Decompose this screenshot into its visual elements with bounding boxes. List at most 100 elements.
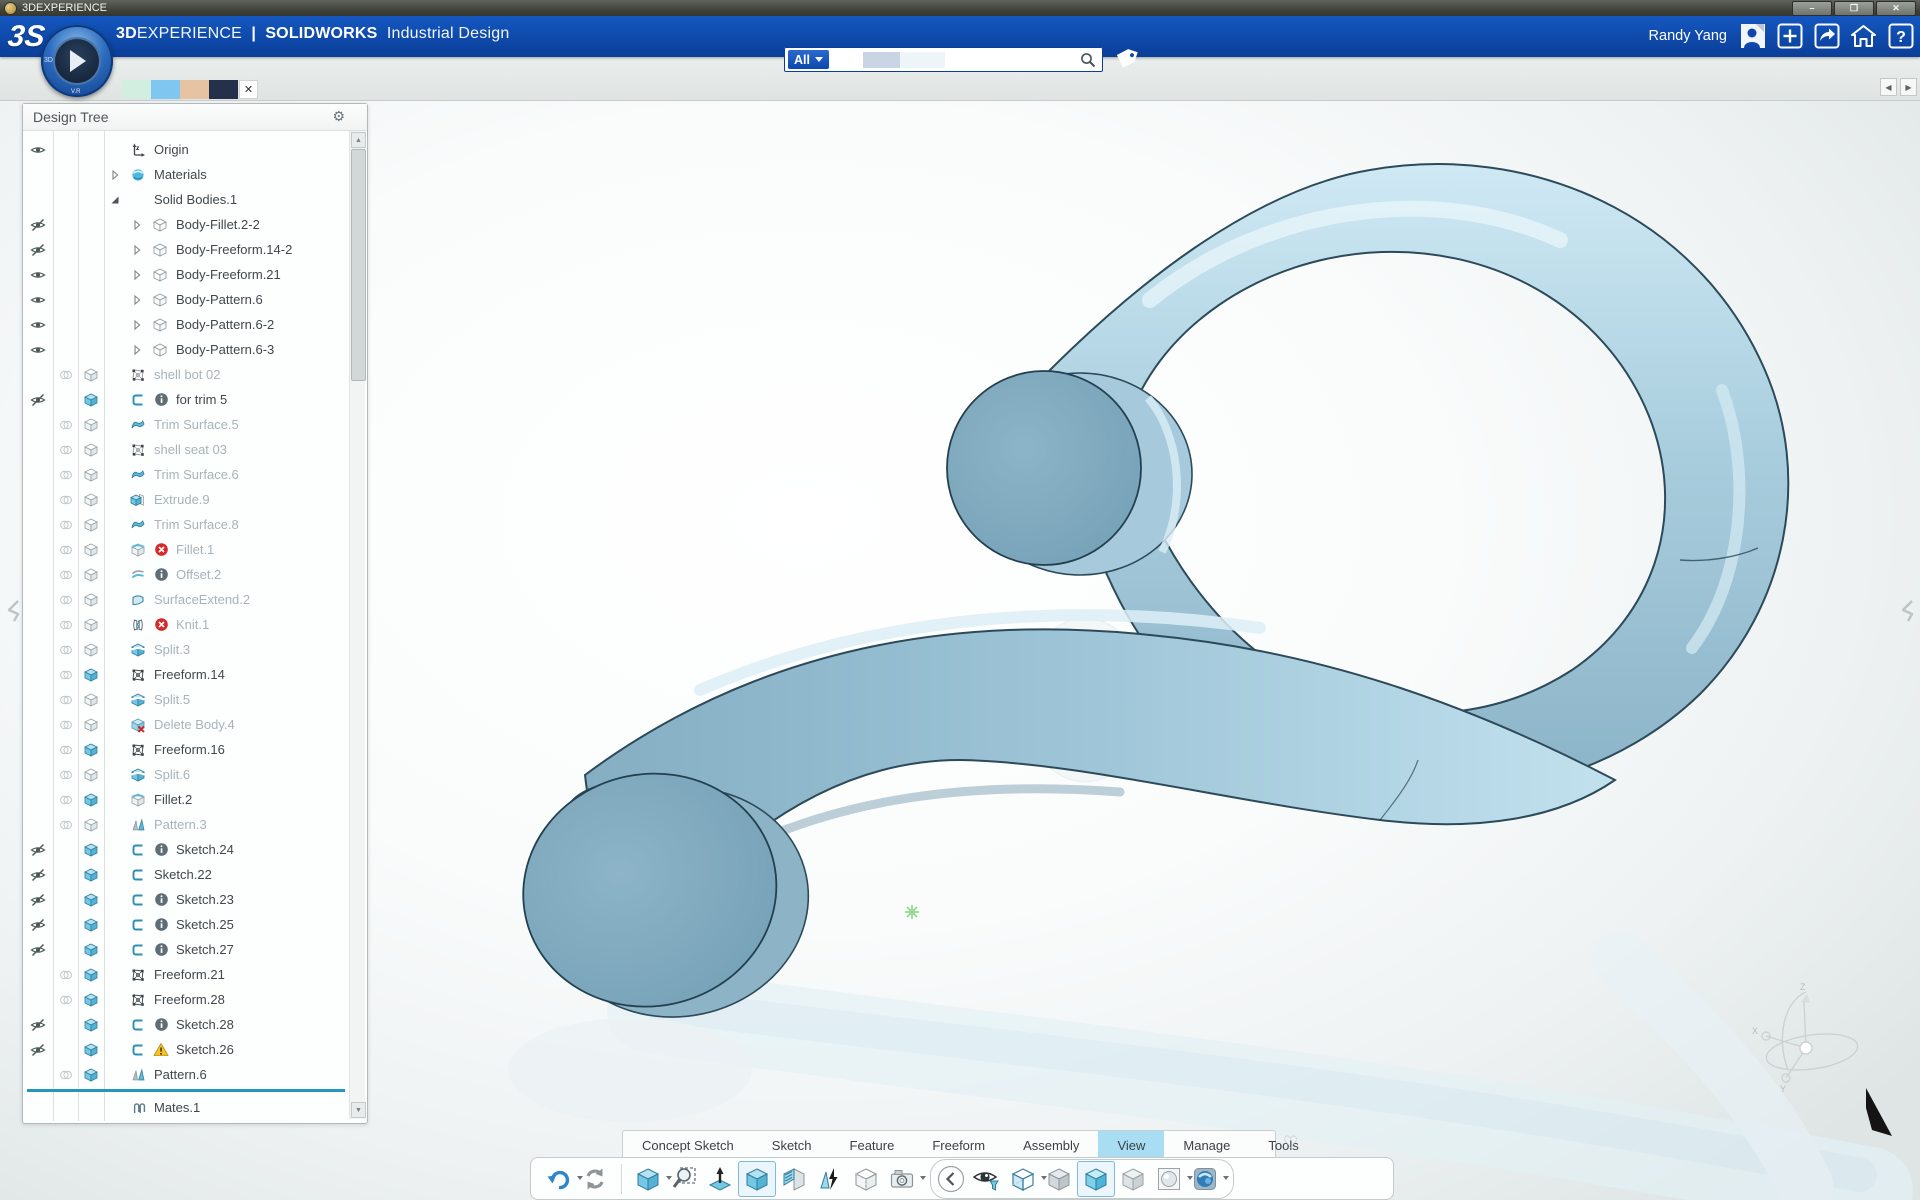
tree-row[interactable]: Materials	[23, 162, 347, 187]
body-scope-cube-icon[interactable]	[78, 442, 104, 458]
knit-icon[interactable]	[126, 617, 150, 633]
hidden-eye-icon[interactable]	[23, 392, 53, 408]
tree-row[interactable]: Fillet.2	[23, 787, 347, 812]
split-icon[interactable]	[126, 767, 150, 783]
tree-row[interactable]: Trim Surface.5	[23, 412, 347, 437]
scroll-up-icon[interactable]: ▲	[351, 132, 366, 148]
body-scope-cube-icon[interactable]	[78, 467, 104, 483]
body-scope-cube-icon[interactable]	[78, 742, 104, 758]
section-view-button[interactable]	[776, 1162, 812, 1196]
document-tab[interactable]: ✕	[122, 79, 258, 99]
avatar[interactable]	[1739, 22, 1766, 49]
faded-visibility-icon[interactable]	[53, 492, 78, 508]
hidden-eye-icon[interactable]	[23, 867, 53, 883]
tree-row[interactable]: Body-Fillet.2-2	[23, 212, 347, 237]
gear-icon[interactable]: ⚙	[332, 108, 345, 125]
sketch-icon[interactable]	[126, 892, 150, 908]
info-badge-icon[interactable]	[150, 392, 172, 407]
tree-row[interactable]: Solid Bodies.1	[23, 187, 347, 212]
tree-row[interactable]: Mates.1	[23, 1095, 347, 1120]
collapse-toolbar-button[interactable]	[933, 1162, 969, 1196]
home-icon[interactable]	[1850, 22, 1877, 49]
body-scope-cube-icon[interactable]	[78, 792, 104, 808]
close-tab-icon[interactable]: ✕	[239, 80, 258, 99]
tree-row[interactable]: Knit.1	[23, 612, 347, 637]
faded-visibility-icon[interactable]	[53, 642, 78, 658]
body-scope-cube-icon[interactable]	[78, 967, 104, 983]
faded-visibility-icon[interactable]	[53, 992, 78, 1008]
camera-button[interactable]	[884, 1162, 920, 1196]
cubeo-icon[interactable]	[148, 242, 172, 258]
shaded-with-edges-button[interactable]	[738, 1161, 776, 1197]
expand-arrow-icon[interactable]	[126, 242, 148, 258]
tree-row[interactable]: Body-Pattern.6-3	[23, 337, 347, 362]
faded-visibility-icon[interactable]	[53, 442, 78, 458]
tree-row[interactable]: Pattern.6	[23, 1062, 347, 1087]
faded-visibility-icon[interactable]	[53, 792, 78, 808]
visibility-filter-button[interactable]	[969, 1162, 1005, 1196]
body-scope-cube-icon[interactable]	[78, 642, 104, 658]
expand-arrow-icon[interactable]	[126, 292, 148, 308]
tab-scroll-right-icon[interactable]: ▶	[1900, 78, 1917, 96]
environment-button[interactable]	[1151, 1162, 1187, 1196]
cubeo-icon[interactable]	[148, 317, 172, 333]
body-scope-cube-icon[interactable]	[78, 492, 104, 508]
tree-row[interactable]: Sketch.28	[23, 1012, 347, 1037]
visibility-eye-icon[interactable]	[23, 267, 53, 283]
hidden-eye-icon[interactable]	[23, 1042, 53, 1058]
tree-row[interactable]: Trim Surface.6	[23, 462, 347, 487]
visibility-eye-icon[interactable]	[23, 292, 53, 308]
tree-row[interactable]: Offset.2	[23, 562, 347, 587]
faded-visibility-icon[interactable]	[53, 767, 78, 783]
expand-arrow-icon[interactable]	[126, 317, 148, 333]
user-name[interactable]: Randy Yang	[1649, 28, 1727, 44]
sketch-icon[interactable]	[126, 1017, 150, 1033]
tree-row[interactable]: shell seat 03	[23, 437, 347, 462]
trims-icon[interactable]	[126, 517, 150, 533]
tag-icon[interactable]	[1113, 46, 1139, 72]
info-badge-icon[interactable]	[150, 1017, 172, 1032]
chevron-down-icon[interactable]	[920, 1176, 926, 1180]
tree-row[interactable]: Pattern.3	[23, 812, 347, 837]
body-scope-cube-icon[interactable]	[78, 1042, 104, 1058]
offset-icon[interactable]	[126, 567, 150, 583]
tree-scrollbar[interactable]: ▲ ▼	[349, 131, 365, 1119]
shaded-no-edges-button[interactable]	[1115, 1162, 1151, 1196]
faded-visibility-icon[interactable]	[53, 567, 78, 583]
body-scope-cube-icon[interactable]	[78, 517, 104, 533]
body-scope-cube-icon[interactable]	[78, 567, 104, 583]
faded-visibility-icon[interactable]	[53, 542, 78, 558]
body-scope-cube-icon[interactable]	[78, 392, 104, 408]
shaded-blue-style-button[interactable]	[1077, 1161, 1115, 1197]
ribbon-tab-assembly[interactable]: Assembly	[1004, 1131, 1098, 1160]
body-scope-cube-icon[interactable]	[78, 367, 104, 383]
minimize-button[interactable]: –	[1792, 1, 1832, 16]
ribbon-tab-view[interactable]: View	[1098, 1131, 1164, 1160]
tree-row[interactable]: Split.5	[23, 687, 347, 712]
tree-row[interactable]: for trim 5	[23, 387, 347, 412]
close-button[interactable]: ✕	[1876, 1, 1916, 16]
err-badge-icon[interactable]	[150, 617, 172, 632]
tree-row[interactable]: Body-Pattern.6	[23, 287, 347, 312]
body-scope-cube-icon[interactable]	[78, 592, 104, 608]
expand-arrow-icon[interactable]	[126, 267, 148, 283]
expand-arrow-icon[interactable]	[104, 167, 126, 183]
visibility-eye-icon[interactable]	[23, 317, 53, 333]
left-panel-collapse-icon[interactable]	[4, 598, 24, 624]
cubeo-icon[interactable]	[148, 267, 172, 283]
surfext-icon[interactable]	[126, 592, 150, 608]
favorites-icon[interactable]: ♡	[1283, 1133, 1298, 1153]
scrollbar-thumb[interactable]	[351, 149, 366, 381]
faded-visibility-icon[interactable]	[53, 817, 78, 833]
tree-row[interactable]: Fillet.1	[23, 537, 347, 562]
tree-row[interactable]: Sketch.25	[23, 912, 347, 937]
tab-scroll-left-icon[interactable]: ◀	[1880, 78, 1897, 96]
faded-visibility-icon[interactable]	[53, 617, 78, 633]
fillet-icon[interactable]	[126, 792, 150, 808]
faded-visibility-icon[interactable]	[53, 467, 78, 483]
tree-row[interactable]: SurfaceExtend.2	[23, 587, 347, 612]
faded-visibility-icon[interactable]	[53, 517, 78, 533]
trims-icon[interactable]	[126, 417, 150, 433]
faded-visibility-icon[interactable]	[53, 1067, 78, 1083]
faded-visibility-icon[interactable]	[53, 717, 78, 733]
